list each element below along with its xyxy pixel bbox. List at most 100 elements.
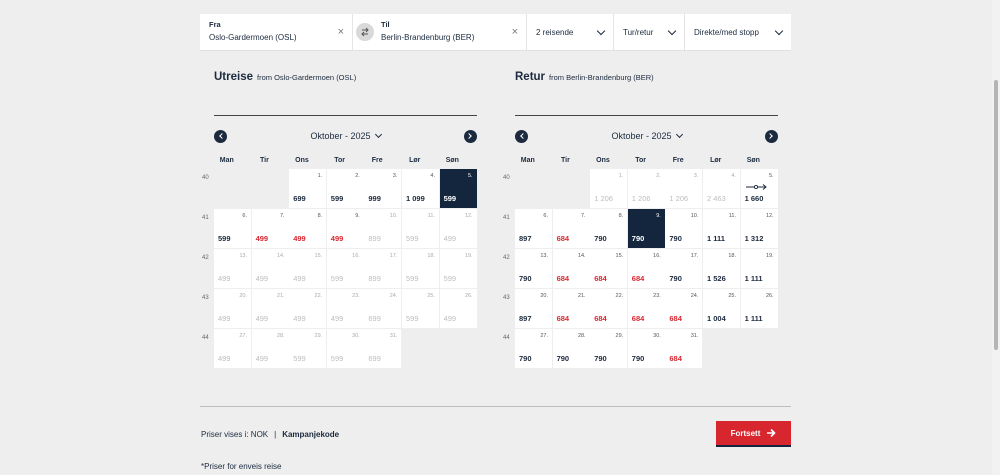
outbound-day-cell[interactable]: 1. 699 <box>289 169 327 208</box>
day-price: 599 <box>406 314 419 323</box>
return-day-cell[interactable]: 26. 1 111 <box>740 289 778 328</box>
outbound-day-cell[interactable]: 14. 499 <box>251 249 289 288</box>
return-day-cell[interactable]: 24. 684 <box>665 289 703 328</box>
return-day-cell[interactable]: 31. 684 <box>665 329 703 368</box>
outbound-day-cell[interactable]: 27. 499 <box>214 329 251 368</box>
return-day-cell[interactable]: 12. 1 312 <box>740 209 778 248</box>
page-scrollbar[interactable] <box>992 0 1000 475</box>
return-day-cell[interactable]: 15. 684 <box>590 249 628 288</box>
day-number: 13. <box>540 253 548 259</box>
from-field[interactable]: Fra Oslo-Gardermoen (OSL) × <box>200 14 353 50</box>
outbound-day-cell[interactable]: 12. 499 <box>439 209 477 248</box>
outbound-day-cell[interactable]: 17. 899 <box>364 249 402 288</box>
return-day-cell[interactable]: 28. 790 <box>552 329 590 368</box>
return-heading: Retur from Berlin-Brandenburg (BER) <box>515 71 654 83</box>
outbound-subtitle: from Oslo-Gardermoen (OSL) <box>257 73 357 82</box>
return-day-cell[interactable]: 20. 897 <box>515 289 552 328</box>
to-field[interactable]: Til Berlin-Brandenburg (BER) × <box>353 14 527 50</box>
return-month-select[interactable]: Oktober - 2025 <box>611 130 683 141</box>
day-number: 21. <box>276 293 285 299</box>
outbound-day-cell[interactable]: 19. 599 <box>439 249 477 288</box>
travelers-value: 2 reisende <box>536 27 574 37</box>
outbound-day-cell[interactable]: 7. 499 <box>251 209 289 248</box>
outbound-day-cell[interactable]: 26. 499 <box>439 289 477 328</box>
outbound-prev-month-button[interactable] <box>214 129 227 143</box>
outbound-day-cell[interactable]: 2. 599 <box>326 169 364 208</box>
return-day-cell[interactable]: 21. 684 <box>552 289 590 328</box>
outbound-day-cell[interactable]: 25. 599 <box>402 289 439 328</box>
outbound-day-cell[interactable]: 10. 899 <box>364 209 402 248</box>
clear-to-icon[interactable]: × <box>512 26 518 38</box>
return-day-cell[interactable]: 30. 790 <box>627 329 665 368</box>
return-day-cell[interactable]: 22. 684 <box>590 289 628 328</box>
return-day-cell[interactable]: 1. 1 206 <box>590 169 628 208</box>
from-value[interactable]: Oslo-Gardermoen (OSL) <box>209 32 343 44</box>
return-day-cell[interactable]: 13. 790 <box>515 249 552 288</box>
return-day-cell[interactable]: 27. 790 <box>515 329 552 368</box>
outbound-day-cell[interactable]: 21. 499 <box>251 289 289 328</box>
return-day-cell[interactable]: 18. 1 526 <box>703 249 740 288</box>
outbound-day-cell[interactable]: 5. 599 <box>439 169 477 208</box>
outbound-day-cell[interactable]: 28. 499 <box>251 329 289 368</box>
outbound-day-cell[interactable]: 11. 599 <box>402 209 439 248</box>
day-number: 2. <box>656 173 661 179</box>
return-day-cell[interactable]: 9. 790 <box>627 209 665 248</box>
outbound-day-cell[interactable]: 3. 999 <box>364 169 402 208</box>
day-price: 684 <box>669 314 682 323</box>
outbound-day-cell[interactable]: 23. 499 <box>326 289 364 328</box>
day-price: 499 <box>293 274 306 283</box>
outbound-day-cell[interactable]: 15. 499 <box>289 249 327 288</box>
outbound-day-cell[interactable]: 29. 599 <box>289 329 327 368</box>
day-price: 897 <box>519 234 532 243</box>
return-day-cell[interactable]: 19. 1 111 <box>740 249 778 288</box>
outbound-day-cell[interactable]: 13. 499 <box>214 249 251 288</box>
outbound-day-cell[interactable]: 6. 599 <box>214 209 251 248</box>
swap-arrows-icon[interactable] <box>356 23 374 41</box>
outbound-day-cell[interactable]: 9. 499 <box>326 209 364 248</box>
week-number: 44 <box>202 335 209 341</box>
outbound-day-cell[interactable]: 24. 699 <box>364 289 402 328</box>
outbound-day-cell[interactable]: 20. 499 <box>214 289 251 328</box>
continue-button[interactable]: Fortsett <box>716 421 791 447</box>
clear-from-icon[interactable]: × <box>338 26 344 38</box>
outbound-next-month-button[interactable] <box>463 129 477 143</box>
outbound-month-select[interactable]: Oktober - 2025 <box>310 130 382 141</box>
outbound-day-cell[interactable]: 30. 599 <box>326 329 364 368</box>
return-day-cell[interactable]: 17. 790 <box>665 249 703 288</box>
outbound-day-cell[interactable]: 8. 499 <box>289 209 327 248</box>
day-price: 2 463 <box>707 194 726 203</box>
outbound-day-cell[interactable]: 4. 1 099 <box>402 169 439 208</box>
return-next-month-button[interactable] <box>764 129 778 143</box>
return-day-cell[interactable]: 10. 790 <box>665 209 703 248</box>
trip-type-value: Tur/retur <box>623 27 654 37</box>
return-day-cell[interactable]: 16. 684 <box>627 249 665 288</box>
return-day-cell[interactable]: 5. 1 660 <box>740 169 778 208</box>
day-number: 24. <box>389 293 398 299</box>
outbound-day-cell[interactable]: 22. 499 <box>289 289 327 328</box>
scrollbar-thumb[interactable] <box>994 80 998 350</box>
return-day-cell[interactable]: 23. 684 <box>627 289 665 328</box>
to-value[interactable]: Berlin-Brandenburg (BER) <box>381 32 517 44</box>
return-prev-month-button[interactable] <box>515 129 528 143</box>
return-day-cell[interactable]: 8. 790 <box>590 209 628 248</box>
return-day-cell[interactable]: 2. 1 206 <box>627 169 665 208</box>
return-day-cell[interactable]: 6. 897 <box>515 209 552 248</box>
return-day-cell[interactable]: 11. 1 111 <box>703 209 740 248</box>
day-price: 899 <box>368 274 381 283</box>
return-day-cell[interactable]: 25. 1 004 <box>703 289 740 328</box>
return-day-cell[interactable]: 3. 1 206 <box>665 169 703 208</box>
trip-type-select[interactable]: Tur/retur <box>614 14 685 50</box>
campaign-code-link[interactable]: Kampanjekode <box>282 430 339 439</box>
travelers-select[interactable]: 2 reisende <box>527 14 614 50</box>
return-day-cell[interactable]: 7. 684 <box>552 209 590 248</box>
day-price: 599 <box>330 274 344 283</box>
return-day-cell[interactable]: 29. 790 <box>590 329 628 368</box>
day-price: 499 <box>218 354 231 363</box>
outbound-day-cell[interactable]: 16. 599 <box>326 249 364 288</box>
stops-select[interactable]: Direkte/med stopp <box>685 14 791 50</box>
outbound-day-cell[interactable]: 31. 699 <box>364 329 402 368</box>
return-day-cell[interactable]: 14. 684 <box>552 249 590 288</box>
weekday-label: Søn <box>746 157 760 164</box>
return-day-cell[interactable]: 4. 2 463 <box>703 169 740 208</box>
outbound-day-cell[interactable]: 18. 599 <box>402 249 439 288</box>
